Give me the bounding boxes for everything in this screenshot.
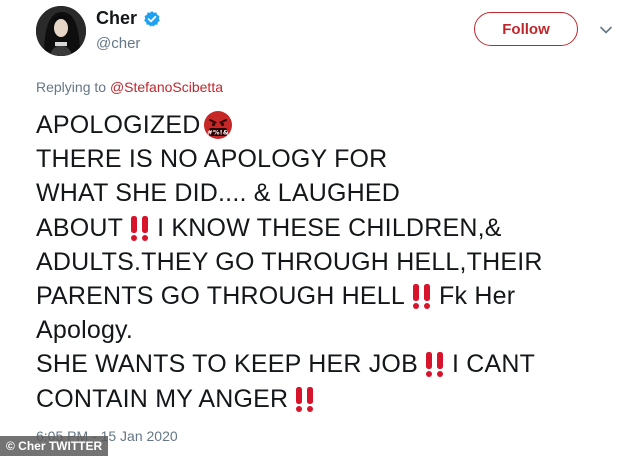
double-exclamation-icon (292, 385, 318, 413)
reply-to-link[interactable]: @StefanoScibetta (110, 79, 223, 95)
tweet-line-text: CONTAIN MY ANGER (36, 384, 289, 413)
tweet-line-text: PARENTS GO THROUGH HELL (36, 281, 406, 310)
tweet-line: SHE WANTS TO KEEP HER JOB I CANT (36, 347, 626, 381)
avatar[interactable] (36, 6, 86, 56)
tweet-line-text: I KNOW THESE CHILDREN,& (157, 213, 502, 242)
tweet-line: ADULTS.THEY GO THROUGH HELL,THEIR (36, 245, 626, 279)
tweet-line-text: ABOUT (36, 213, 124, 242)
angry-face-with-symbols-icon: #%!& (203, 110, 233, 140)
replying-to: Replying to @StefanoScibetta (36, 79, 223, 95)
follow-button[interactable]: Follow (474, 12, 578, 46)
display-name[interactable]: Cher (96, 8, 137, 29)
verified-badge-icon (143, 10, 161, 28)
chevron-down-icon[interactable] (598, 22, 614, 38)
author-name-row: Cher (96, 8, 161, 29)
tweet-line: WHAT SHE DID.... & LAUGHED (36, 176, 626, 210)
tweet-line-text: APOLOGIZED (36, 111, 201, 139)
tweet-line-text: Apology. (36, 316, 134, 345)
reply-prefix: Replying to (36, 79, 107, 95)
user-handle[interactable]: @cher (96, 35, 140, 52)
tweet-text: APOLOGIZED #%!& THERE IS NO APOLOGY FOR … (36, 108, 626, 416)
double-exclamation-icon (422, 350, 448, 378)
tweet-line-text: I CANT (451, 350, 536, 379)
tweet-line: Apology. (36, 313, 626, 347)
tweet-line: APOLOGIZED #%!& (36, 108, 626, 142)
svg-text:#%!&: #%!& (207, 129, 229, 137)
tweet-line-text: ADULTS.THEY GO THROUGH HELL,THEIR (36, 247, 543, 276)
photo-credit: © Cher TWITTER (0, 436, 109, 456)
tweet-line-text: Fk Her (439, 281, 516, 310)
double-exclamation-icon (409, 282, 435, 310)
tweet-line: ABOUT I KNOW THESE CHILDREN,& (36, 211, 626, 245)
tweet-line-text: SHE WANTS TO KEEP HER JOB (36, 350, 418, 379)
tweet-line: THERE IS NO APOLOGY FOR (36, 142, 626, 176)
tweet-line: PARENTS GO THROUGH HELL Fk Her (36, 279, 626, 313)
double-exclamation-icon (127, 214, 153, 242)
tweet-line-text: WHAT SHE DID.... & LAUGHED (36, 179, 401, 208)
tweet-line-text: THERE IS NO APOLOGY FOR (36, 145, 388, 174)
tweet-line: CONTAIN MY ANGER (36, 382, 626, 416)
